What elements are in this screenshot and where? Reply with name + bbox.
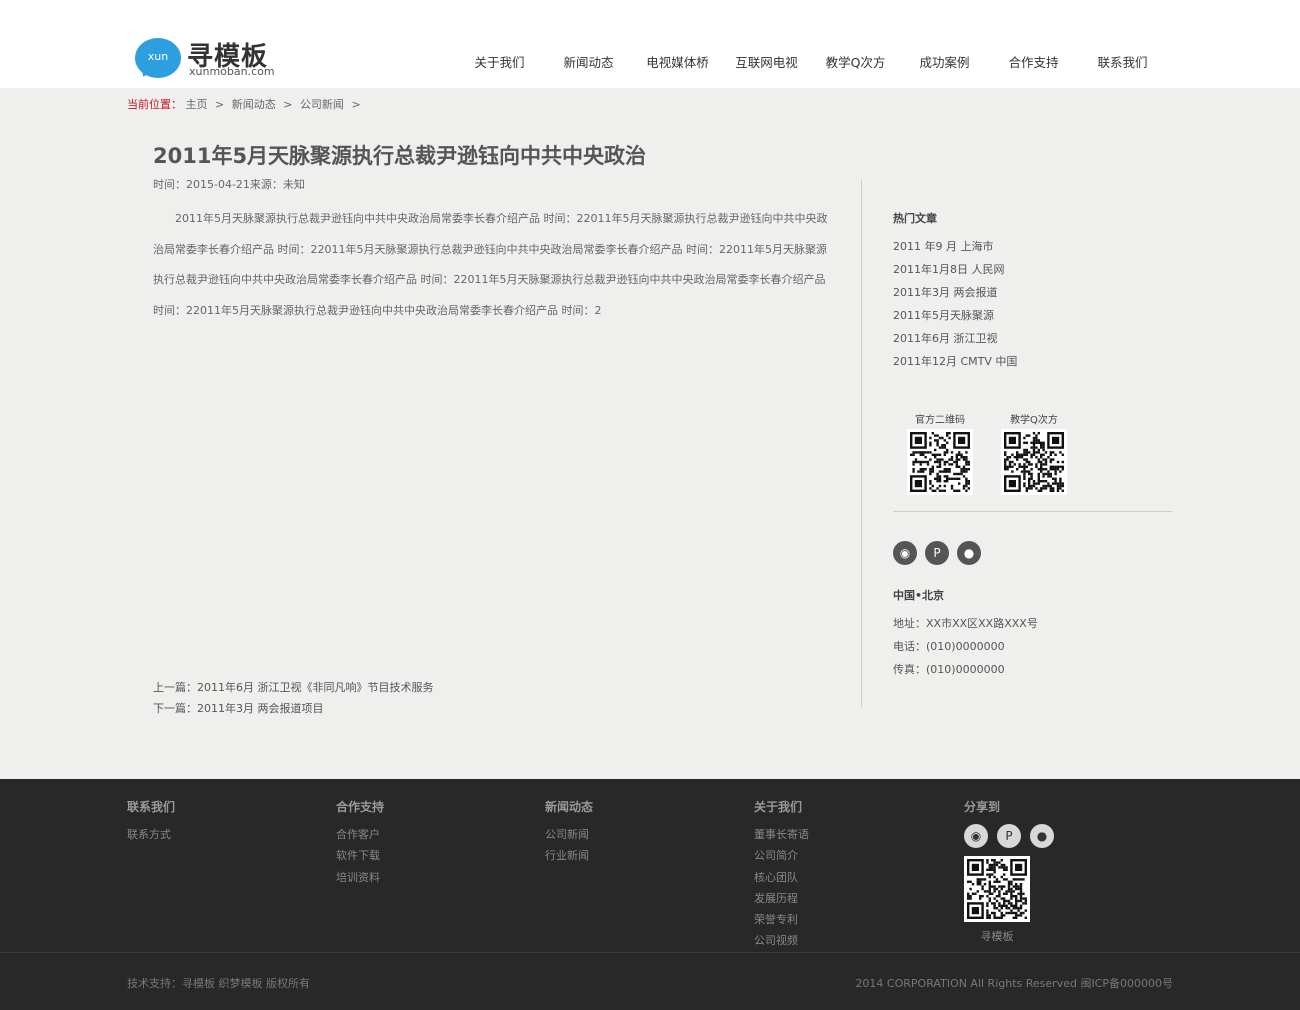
footer-col-news: 新闻动态 公司新闻 行业新闻 — [545, 798, 593, 867]
logo-domain: xunmoban.com — [189, 65, 275, 78]
footer-col-title: 合作支持 — [336, 800, 385, 814]
qr-code-icon — [907, 429, 973, 495]
footer-link[interactable]: 合作客户 — [336, 824, 384, 845]
hot-article-link[interactable]: 2011年1月8日 人民网 — [893, 258, 1173, 281]
contact-fax: 传真：(010)0000000 — [893, 663, 1005, 676]
main-nav: 关于我们 新闻动态 电视媒体桥 互联网电视 教学Q次方 成功案例 合作支持 联系… — [455, 52, 1167, 70]
tencent-weibo-icon[interactable]: P — [997, 824, 1021, 848]
breadcrumb: 当前位置： 主页 > 新闻动态 > 公司新闻 > — [127, 96, 365, 112]
nav-item-cases[interactable]: 成功案例 — [900, 52, 989, 70]
sidebar-contact: 中国•北京 地址：XX市XX区XX路XXX号 电话：(010)0000000 传… — [893, 587, 1038, 681]
hot-articles-list: 2011 年9 月 上海市 2011年1月8日 人民网 2011年3月 两会报道… — [893, 235, 1173, 373]
site-logo[interactable]: xun 寻模板 xunmoban.com — [135, 38, 295, 80]
footer-divider — [0, 952, 1300, 953]
footer-qr-label: 寻模板 — [980, 930, 1014, 943]
nav-item-tv-bridge[interactable]: 电视媒体桥 — [633, 52, 722, 70]
qr-label: 教学Q次方 — [1010, 415, 1058, 426]
footer-copyright: 2014 CORPORATION All Rights Reserved 闽IC… — [855, 977, 1173, 990]
footer-link[interactable]: 培训资料 — [336, 867, 384, 888]
qr-code-row: 官方二维码 教学Q次方 — [893, 411, 1081, 498]
footer-tech-support: 技术支持：寻模板 织梦模板 版权所有 — [127, 977, 310, 990]
nav-item-teaching[interactable]: 教学Q次方 — [811, 52, 900, 70]
sidebar-social-row: ◉ P ● — [893, 541, 989, 565]
footer-social-row: ◉ P ● — [964, 824, 1063, 848]
breadcrumb-news[interactable]: 新闻动态 — [232, 98, 276, 111]
nav-item-internet-tv[interactable]: 互联网电视 — [722, 52, 811, 70]
footer-link[interactable]: 软件下载 — [336, 845, 384, 866]
nav-item-about[interactable]: 关于我们 — [455, 52, 544, 70]
footer-col-about: 关于我们 董事长寄语 公司简介 核心团队 发展历程 荣誉专利 公司视频 — [754, 798, 809, 952]
breadcrumb-company-news[interactable]: 公司新闻 — [300, 98, 344, 111]
qr-label: 官方二维码 — [915, 415, 965, 426]
footer-col-title: 关于我们 — [754, 800, 803, 814]
official-qr-block: 官方二维码 — [893, 411, 987, 498]
site-footer: 联系我们 联系方式 合作支持 合作客户 软件下载 培训资料 新闻动态 公司新闻 … — [0, 779, 1300, 1010]
hot-article-link[interactable]: 2011年3月 两会报道 — [893, 281, 1173, 304]
sidebar: 热门文章 2011 年9 月 上海市 2011年1月8日 人民网 2011年3月… — [893, 210, 1173, 676]
footer-link[interactable]: 公司简介 — [754, 845, 809, 866]
qr-code-icon — [1001, 429, 1067, 495]
tencent-weibo-icon[interactable]: P — [925, 541, 949, 565]
footer-col-cooperation: 合作支持 合作客户 软件下载 培训资料 — [336, 798, 384, 888]
footer-link[interactable]: 行业新闻 — [545, 845, 593, 866]
breadcrumb-home[interactable]: 主页 — [186, 98, 208, 111]
nav-item-contact[interactable]: 联系我们 — [1078, 52, 1167, 70]
contact-phone: 电话：(010)0000000 — [893, 640, 1005, 653]
hot-article-link[interactable]: 2011年12月 CMTV 中国 — [893, 350, 1173, 373]
hot-articles-title: 热门文章 — [893, 212, 937, 225]
qq-icon[interactable]: ● — [957, 541, 981, 565]
qr-code-icon — [964, 856, 1030, 922]
footer-link[interactable]: 公司新闻 — [545, 824, 593, 845]
article-title: 2011年5月天脉聚源执行总裁尹逊钰向中共中央政治 — [153, 144, 647, 168]
article-body: 2011年5月天脉聚源执行总裁尹逊钰向中共中央政治局常委李长春介绍产品 时间：2… — [153, 212, 828, 317]
breadcrumb-separator: > — [215, 98, 225, 111]
nav-item-news[interactable]: 新闻动态 — [544, 52, 633, 70]
nav-item-cooperation[interactable]: 合作支持 — [989, 52, 1078, 70]
next-article-link[interactable]: 下一篇：2011年3月 两会报道项目 — [153, 698, 434, 719]
contact-title: 中国•北京 — [893, 589, 945, 602]
footer-link[interactable]: 荣誉专利 — [754, 909, 809, 930]
hot-article-link[interactable]: 2011年5月天脉聚源 — [893, 304, 1173, 327]
weibo-icon[interactable]: ◉ — [893, 541, 917, 565]
footer-link[interactable]: 联系方式 — [127, 824, 175, 845]
share-title: 分享到 — [964, 800, 1001, 814]
qq-icon[interactable]: ● — [1030, 824, 1054, 848]
footer-col-title: 联系我们 — [127, 800, 176, 814]
teaching-qr-block: 教学Q次方 — [987, 411, 1081, 498]
footer-col-contact: 联系我们 联系方式 — [127, 798, 175, 845]
article-pagination: 上一篇：2011年6月 浙江卫视《非同凡响》节目技术服务 下一篇：2011年3月… — [153, 677, 434, 719]
hot-article-link[interactable]: 2011年6月 浙江卫视 — [893, 327, 1173, 350]
prev-article-link[interactable]: 上一篇：2011年6月 浙江卫视《非同凡响》节目技术服务 — [153, 677, 434, 698]
footer-col-title: 新闻动态 — [545, 800, 594, 814]
content-divider — [861, 180, 862, 707]
footer-col-share: 分享到 ◉ P ● 寻模板 — [964, 798, 1063, 944]
breadcrumb-label: 当前位置： — [127, 98, 182, 111]
weibo-icon[interactable]: ◉ — [964, 824, 988, 848]
hot-article-link[interactable]: 2011 年9 月 上海市 — [893, 235, 1173, 258]
footer-link[interactable]: 董事长寄语 — [754, 824, 809, 845]
footer-link[interactable]: 发展历程 — [754, 888, 809, 909]
footer-link[interactable]: 核心团队 — [754, 867, 809, 888]
breadcrumb-separator: > — [351, 98, 361, 111]
article-meta: 时间：2015-04-21来源：未知 — [153, 178, 305, 191]
contact-address: 地址：XX市XX区XX路XXX号 — [893, 617, 1038, 630]
sidebar-divider — [893, 511, 1172, 512]
site-header: xun 寻模板 xunmoban.com 关于我们 新闻动态 电视媒体桥 互联网… — [0, 0, 1300, 88]
breadcrumb-separator: > — [283, 98, 293, 111]
footer-link[interactable]: 公司视频 — [754, 930, 809, 951]
